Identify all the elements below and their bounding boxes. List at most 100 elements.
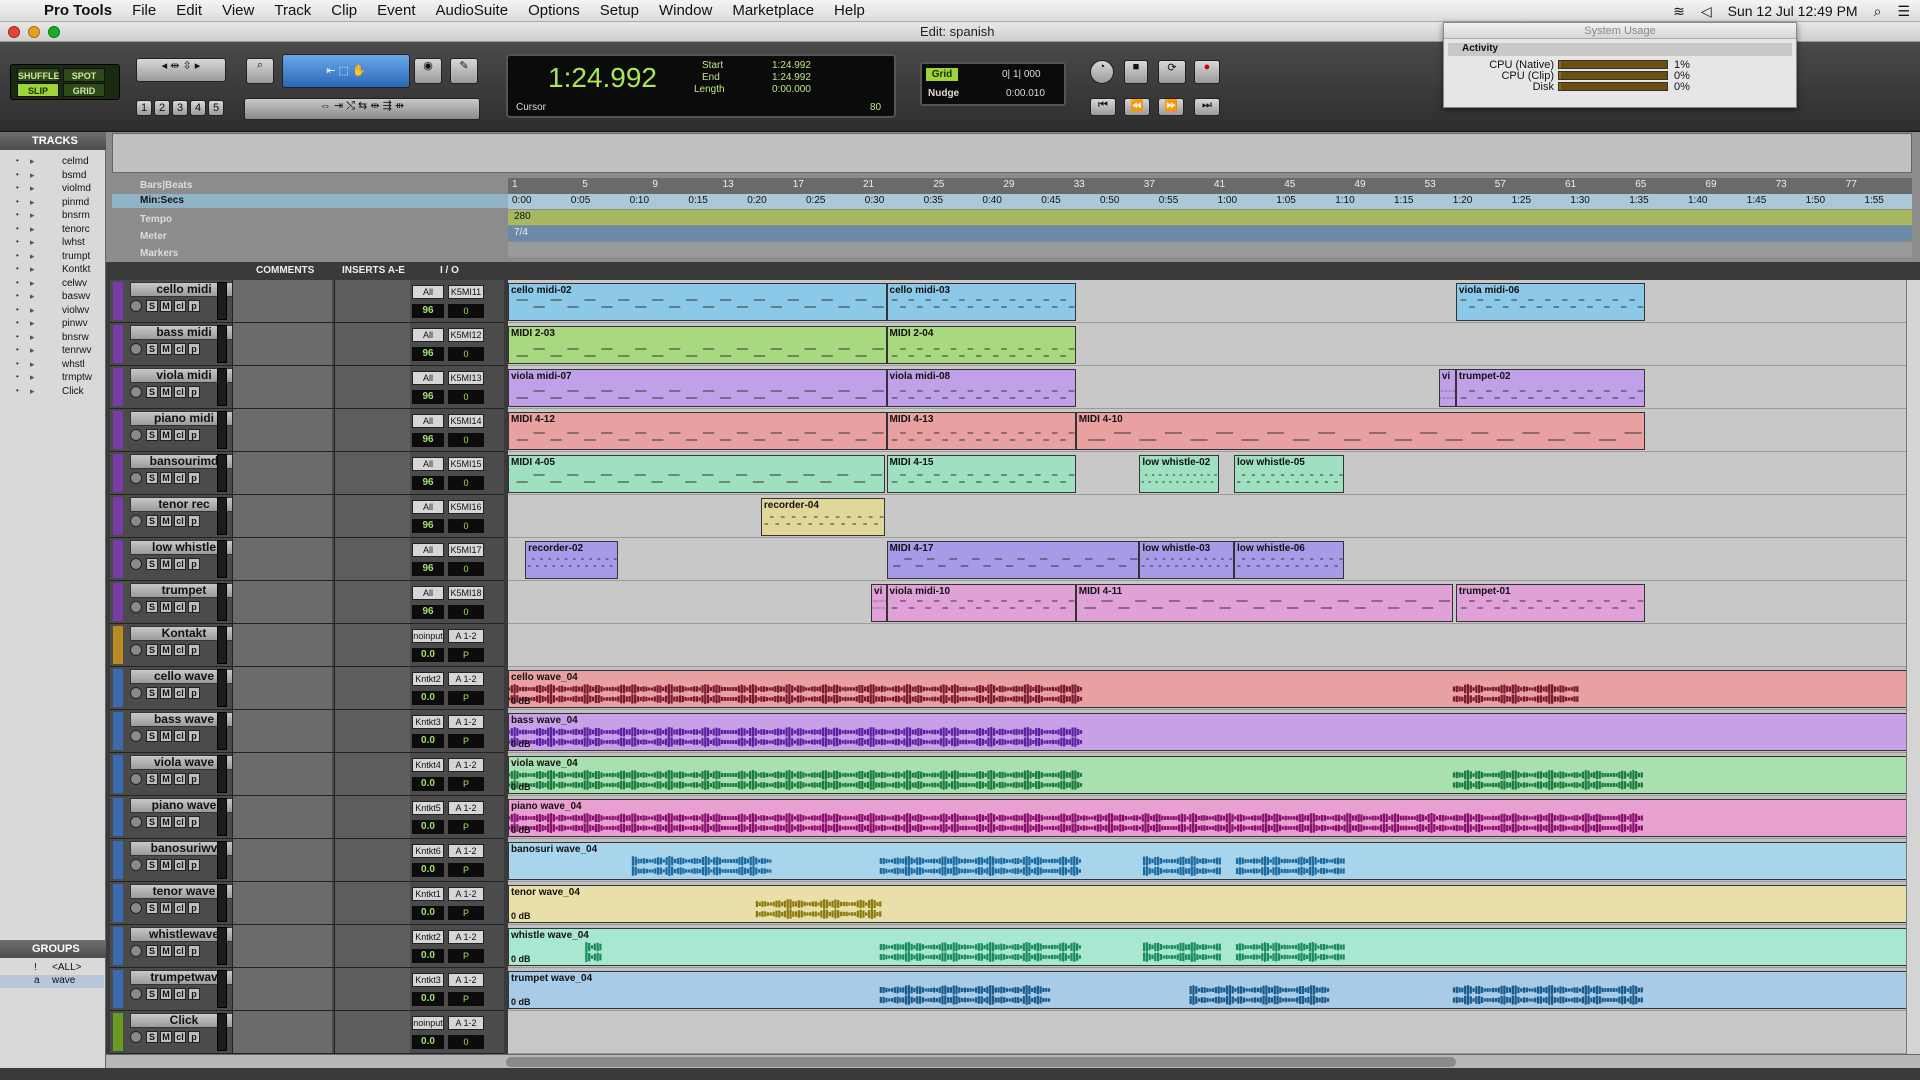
inserts-slot[interactable] [334, 366, 410, 408]
zoom-preset-button[interactable]: 3 [172, 100, 188, 116]
end-value[interactable]: 1:24.992 [772, 72, 811, 83]
track-lane[interactable]: cello wave_04 0 dB [508, 667, 1912, 710]
tracks-list-item[interactable]: • ▸ celwv [0, 278, 104, 291]
output-selector[interactable]: K5MI11 [448, 285, 484, 299]
spot-mode-button[interactable]: SPOT [63, 68, 105, 82]
pan-display[interactable]: P [448, 906, 484, 920]
volume-display[interactable]: 0.0 [412, 949, 444, 963]
volume-display[interactable]: 0.0 [412, 648, 444, 662]
tracks-list-item[interactable]: • ▸ Click [0, 386, 104, 399]
zoom-preset-button[interactable]: 4 [190, 100, 206, 116]
menu-setup[interactable]: Setup [590, 2, 649, 19]
grid-value[interactable]: 0| 1| 000 [1002, 69, 1041, 80]
tracks-list-item[interactable]: • ▸ pinwv [0, 318, 104, 331]
track-mute-button[interactable]: M [160, 601, 172, 613]
inserts-slot[interactable] [334, 667, 410, 709]
track-header[interactable]: viola midi S Mcl p All K5MI13 96 0 [110, 366, 504, 409]
track-solo-button[interactable]: S [146, 644, 158, 656]
track-playlist-button[interactable]: p [188, 601, 200, 613]
pan-display[interactable]: P [448, 949, 484, 963]
track-header[interactable]: piano midi S Mcl p All K5MI14 96 0 [110, 409, 504, 452]
pan-display[interactable]: 0 [448, 390, 484, 404]
tracks-list-item[interactable]: • ▸ violwv [0, 305, 104, 318]
grid-toggle[interactable]: Grid [926, 68, 958, 81]
track-list-button[interactable]: cl [174, 687, 186, 699]
clip[interactable]: MIDI 4-17 [886, 541, 1140, 579]
comments-field[interactable] [232, 323, 332, 365]
track-header[interactable]: low whistle S Mcl p All K5MI17 96 0 [110, 538, 504, 581]
record-enable-button[interactable] [130, 945, 142, 957]
inserts-slot[interactable] [334, 925, 410, 967]
markers-ruler[interactable] [508, 242, 1912, 257]
inserts-slot[interactable] [334, 280, 410, 322]
comments-field[interactable] [232, 280, 332, 322]
output-selector[interactable]: K5MI17 [448, 543, 484, 557]
clip[interactable]: low whistle-06 [1234, 541, 1345, 579]
clip[interactable]: MIDI 4-15 [886, 455, 1076, 493]
inserts-slot[interactable] [334, 1011, 410, 1053]
input-selector[interactable]: All [412, 371, 444, 385]
clip[interactable]: recorder-02 [525, 541, 619, 579]
track-playlist-button[interactable]: p [188, 687, 200, 699]
track-lane[interactable]: banosuri wave_04 [508, 839, 1912, 882]
stop-button-icon[interactable]: ■ [1124, 60, 1148, 84]
clip[interactable]: MIDI 2-04 [886, 326, 1076, 364]
clip[interactable]: viola midi-07 [508, 369, 887, 407]
clip[interactable]: cello midi-03 [886, 283, 1076, 321]
track-mute-button[interactable]: M [160, 773, 172, 785]
track-lane[interactable]: viola midi-07 viola midi-08 vi trumpet-02 [508, 366, 1912, 409]
track-playlist-button[interactable]: p [188, 945, 200, 957]
pan-display[interactable]: 0 [448, 562, 484, 576]
record-enable-button[interactable] [130, 730, 142, 742]
clip[interactable]: MIDI 4-13 [886, 412, 1076, 450]
volume-display[interactable]: 0.0 [412, 863, 444, 877]
zoomer-tool-icon[interactable]: ⌕ [246, 58, 274, 84]
track-lane[interactable]: MIDI 4-05 MIDI 4-15 low whistle-02 low whis… [508, 452, 1912, 495]
output-selector[interactable]: K5MI15 [448, 457, 484, 471]
track-playlist-button[interactable]: p [188, 343, 200, 355]
clip[interactable]: viola midi-06 [1455, 283, 1646, 321]
track-solo-button[interactable]: S [146, 859, 158, 871]
tracks-list-item[interactable]: • ▸ whstl [0, 359, 104, 372]
volume-display[interactable]: 0.0 [412, 734, 444, 748]
track-header[interactable]: piano wave S Mcl p Kntkt5 A 1-2 0.0 P [110, 796, 504, 839]
comments-field[interactable] [232, 624, 332, 666]
show-hide-dot-icon[interactable]: • [16, 170, 19, 179]
meter-ruler[interactable]: 7/4 [508, 226, 1912, 241]
smart-tool-group[interactable]: ⇤ ⬚ ✋ [282, 54, 410, 88]
output-selector[interactable]: A 1-2 [448, 930, 484, 944]
clip[interactable]: viola midi-10 [886, 584, 1076, 622]
output-selector[interactable]: A 1-2 [448, 801, 484, 815]
clip[interactable]: MIDI 4-10 [1075, 412, 1646, 450]
show-hide-dot-icon[interactable]: • [16, 237, 19, 246]
clip[interactable]: MIDI 2-03 [508, 326, 887, 364]
track-header[interactable]: whistlewave S Mcl p Kntkt2 A 1-2 0.0 P [110, 925, 504, 968]
track-playlist-button[interactable]: p [188, 773, 200, 785]
comments-field[interactable] [232, 495, 332, 537]
track-mute-button[interactable]: M [160, 644, 172, 656]
track-list-button[interactable]: cl [174, 945, 186, 957]
track-list-button[interactable]: cl [174, 773, 186, 785]
record-enable-button[interactable] [130, 988, 142, 1000]
menu-marketplace[interactable]: Marketplace [722, 2, 824, 19]
track-mute-button[interactable]: M [160, 988, 172, 1000]
track-lane[interactable]: tenor wave_04 0 dB [508, 882, 1912, 925]
menu-view[interactable]: View [212, 2, 264, 19]
groups-list-item[interactable]: a wave [0, 975, 104, 988]
system-usage-window[interactable]: System Usage Activity CPU (Native) 1% CPU … [1443, 22, 1797, 108]
fast-forward-icon[interactable]: ⏩ [1158, 98, 1184, 116]
clip[interactable]: vi [1438, 369, 1456, 407]
output-selector[interactable]: A 1-2 [448, 758, 484, 772]
zoom-controls[interactable]: ◂ ⇹ ⇳ ▸ [136, 58, 226, 82]
record-enable-button[interactable] [130, 644, 142, 656]
show-hide-dot-icon[interactable]: • [16, 386, 19, 395]
track-playlist-button[interactable]: p [188, 558, 200, 570]
track-mute-button[interactable]: M [160, 300, 172, 312]
input-selector[interactable]: Kntkt6 [412, 844, 444, 858]
track-header[interactable]: cello midi S Mcl p All K5MI11 96 0 [110, 280, 504, 323]
track-playlist-button[interactable]: p [188, 429, 200, 441]
clip[interactable]: cello wave_04 0 dB [508, 670, 1912, 708]
show-hide-dot-icon[interactable]: • [16, 372, 19, 381]
track-mute-button[interactable]: M [160, 558, 172, 570]
output-selector[interactable]: K5MI12 [448, 328, 484, 342]
